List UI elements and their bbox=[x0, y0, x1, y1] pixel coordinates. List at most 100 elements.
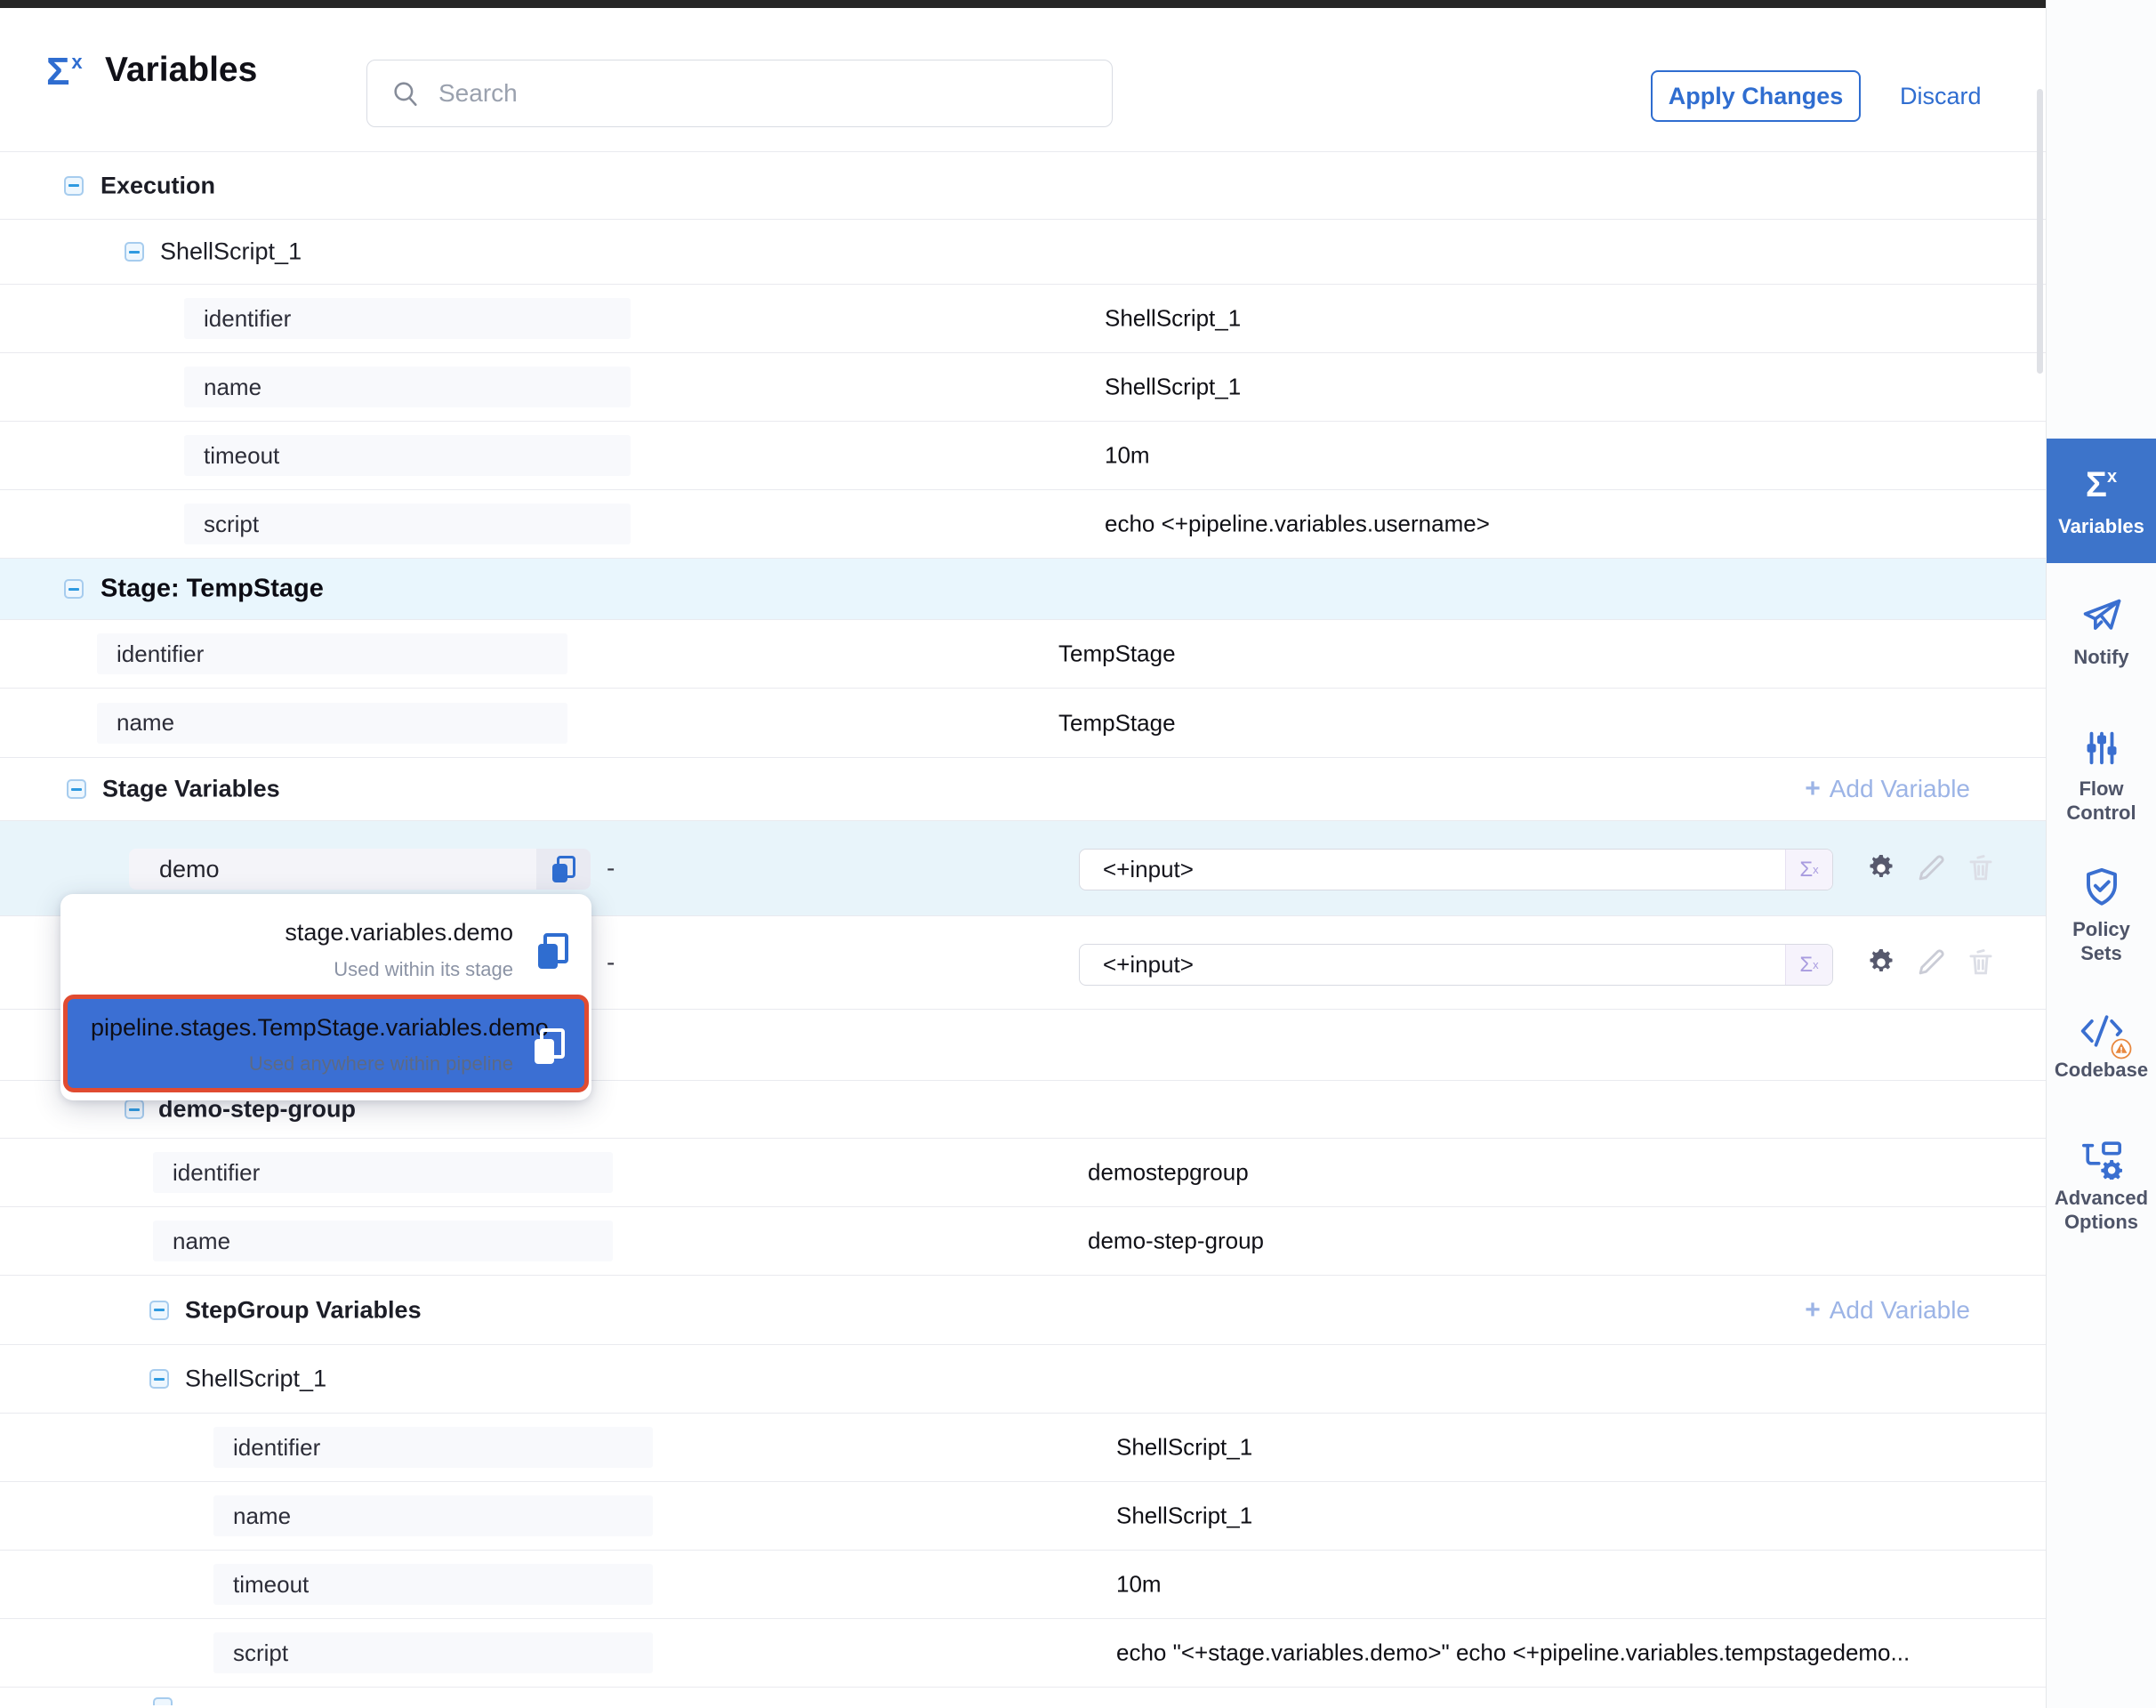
delete-trash-icon[interactable] bbox=[1964, 851, 1998, 885]
path-option-pipeline-scope-highlighted[interactable]: pipeline.stages.TempStage.variables.demo… bbox=[63, 995, 589, 1092]
codebase-warning-icon bbox=[2111, 1038, 2132, 1059]
field-value: ShellScript_1 bbox=[1116, 1503, 1252, 1530]
expression-toggle-icon[interactable]: Σx bbox=[1785, 850, 1832, 890]
copy-path-button[interactable] bbox=[536, 849, 591, 890]
field-label: timeout bbox=[213, 1564, 653, 1605]
field-value: ShellScript_1 bbox=[1116, 1434, 1252, 1462]
settings-gear-icon[interactable] bbox=[1864, 851, 1898, 885]
collapse-icon[interactable] bbox=[149, 1301, 169, 1320]
search-icon bbox=[390, 78, 421, 109]
add-variable-button[interactable]: +Add Variable bbox=[1805, 1295, 1970, 1325]
field-label: identifier bbox=[213, 1427, 653, 1468]
tree-row-stepgroup-variables: StepGroup Variables +Add Variable bbox=[0, 1276, 2046, 1345]
required-dash: - bbox=[607, 948, 615, 977]
partial-row bbox=[0, 1688, 2046, 1705]
collapse-icon[interactable] bbox=[153, 1697, 173, 1705]
panel-header: Σx Variables Apply Changes Discard bbox=[0, 8, 2046, 152]
rail-item-flow-control[interactable]: Flow Control bbox=[2047, 728, 2156, 825]
tree-node-label: ShellScript_1 bbox=[185, 1366, 326, 1393]
collapse-icon[interactable] bbox=[125, 242, 144, 262]
settings-gear-icon[interactable] bbox=[1864, 946, 1898, 979]
variables-panel: Σx Variables Apply Changes Discard Execu… bbox=[0, 0, 2156, 1708]
tree-node-label: Execution bbox=[101, 172, 215, 199]
edit-pencil-icon[interactable] bbox=[1914, 946, 1948, 979]
kv-row: script echo <+pipeline.variables.usernam… bbox=[0, 490, 2046, 559]
rail-item-notify[interactable]: Notify bbox=[2047, 594, 2156, 669]
flow-control-sliders-icon bbox=[2081, 728, 2122, 769]
field-label: name bbox=[153, 1221, 613, 1261]
field-value: 10m bbox=[1105, 442, 1150, 470]
tree-node-label: Stage Variables bbox=[102, 776, 280, 803]
kv-row: name ShellScript_1 bbox=[0, 353, 2046, 422]
variables-sigma-icon: Σx bbox=[46, 52, 83, 92]
field-value: 10m bbox=[1116, 1571, 1162, 1599]
tree-row-shellscript-nested: ShellScript_1 bbox=[0, 1345, 2046, 1414]
kv-row: timeout 10m bbox=[0, 422, 2046, 490]
policy-sets-shield-icon bbox=[2080, 865, 2124, 909]
apply-changes-button[interactable]: Apply Changes bbox=[1651, 70, 1861, 122]
rail-item-advanced-options[interactable]: Advanced Options bbox=[2047, 1140, 2156, 1234]
rail-item-policy-sets[interactable]: Policy Sets bbox=[2047, 865, 2156, 965]
tree-row-stage: Stage: TempStage bbox=[0, 559, 2046, 620]
kv-row: identifier ShellScript_1 bbox=[0, 285, 2046, 353]
search-input[interactable] bbox=[437, 78, 1063, 109]
advanced-options-icon bbox=[2080, 1140, 2124, 1180]
field-label: identifier bbox=[153, 1152, 613, 1193]
discard-button[interactable]: Discard bbox=[1900, 83, 1982, 110]
path-text: stage.variables.demo bbox=[285, 919, 513, 947]
required-dash: - bbox=[607, 854, 615, 882]
kv-row: script echo "<+stage.variables.demo>" ec… bbox=[0, 1619, 2046, 1688]
field-label: name bbox=[184, 367, 631, 407]
tree-row-stage-variables: Stage Variables +Add Variable bbox=[0, 758, 2046, 821]
plus-icon: + bbox=[1805, 1295, 1821, 1325]
tree-node-label: StepGroup Variables bbox=[185, 1296, 422, 1324]
field-label: script bbox=[184, 504, 631, 544]
window-top-strip bbox=[0, 0, 2156, 8]
tree-row-execution: Execution bbox=[0, 151, 2046, 220]
path-option-stage-scope[interactable]: stage.variables.demo Used within its sta… bbox=[60, 894, 591, 995]
page-title: Variables bbox=[105, 51, 257, 90]
variables-sigma-icon: Σx bbox=[2047, 467, 2156, 503]
notify-paper-plane-icon bbox=[2079, 594, 2125, 640]
delete-trash-icon[interactable] bbox=[1964, 946, 1998, 979]
collapse-icon[interactable] bbox=[125, 1100, 144, 1119]
variable-value-input[interactable]: <+input> Σx bbox=[1079, 849, 1833, 890]
kv-row: name TempStage bbox=[0, 689, 2046, 758]
field-value: ShellScript_1 bbox=[1105, 305, 1241, 333]
tree-row-shellscript-top: ShellScript_1 bbox=[0, 220, 2046, 285]
kv-row: name demo-step-group bbox=[0, 1207, 2046, 1276]
variable-value-input[interactable]: <+input> Σx bbox=[1079, 944, 1833, 986]
collapse-icon[interactable] bbox=[64, 579, 84, 599]
rail-item-variables-active[interactable]: Σx Variables bbox=[2047, 439, 2156, 563]
copy-icon bbox=[552, 856, 575, 882]
expression-toggle-icon[interactable]: Σx bbox=[1785, 945, 1832, 985]
collapse-icon[interactable] bbox=[64, 176, 84, 196]
field-value: ShellScript_1 bbox=[1105, 374, 1241, 401]
field-label: name bbox=[97, 703, 567, 744]
tree-node-label: Stage: TempStage bbox=[101, 575, 324, 604]
variable-path-popup: stage.variables.demo Used within its sta… bbox=[60, 894, 591, 1100]
field-label: script bbox=[213, 1632, 653, 1673]
vertical-scrollbar-thumb[interactable] bbox=[2037, 89, 2043, 374]
copy-icon[interactable] bbox=[538, 933, 568, 969]
kv-row: timeout 10m bbox=[0, 1551, 2046, 1619]
field-label: identifier bbox=[97, 633, 567, 674]
add-variable-button[interactable]: +Add Variable bbox=[1805, 774, 1970, 804]
variable-name-text: demo bbox=[129, 849, 536, 890]
search-box[interactable] bbox=[366, 60, 1113, 127]
kv-row: identifier TempStage bbox=[0, 620, 2046, 689]
kv-row: identifier ShellScript_1 bbox=[0, 1414, 2046, 1482]
field-value: echo "<+stage.variables.demo>" echo <+pi… bbox=[1116, 1640, 1910, 1667]
field-label: name bbox=[213, 1495, 653, 1536]
field-value: TempStage bbox=[1058, 640, 1176, 668]
collapse-icon[interactable] bbox=[67, 779, 86, 799]
rail-item-codebase[interactable]: Codebase bbox=[2047, 1011, 2156, 1082]
copy-icon[interactable] bbox=[535, 1028, 565, 1064]
field-value: TempStage bbox=[1058, 709, 1176, 737]
variable-name-input[interactable]: demo bbox=[129, 849, 591, 890]
collapse-icon[interactable] bbox=[149, 1369, 169, 1389]
field-label: identifier bbox=[184, 298, 631, 339]
path-scope-hint: Used anywhere within pipeline bbox=[249, 1052, 513, 1076]
edit-pencil-icon[interactable] bbox=[1914, 851, 1948, 885]
field-value: demo-step-group bbox=[1088, 1228, 1264, 1255]
